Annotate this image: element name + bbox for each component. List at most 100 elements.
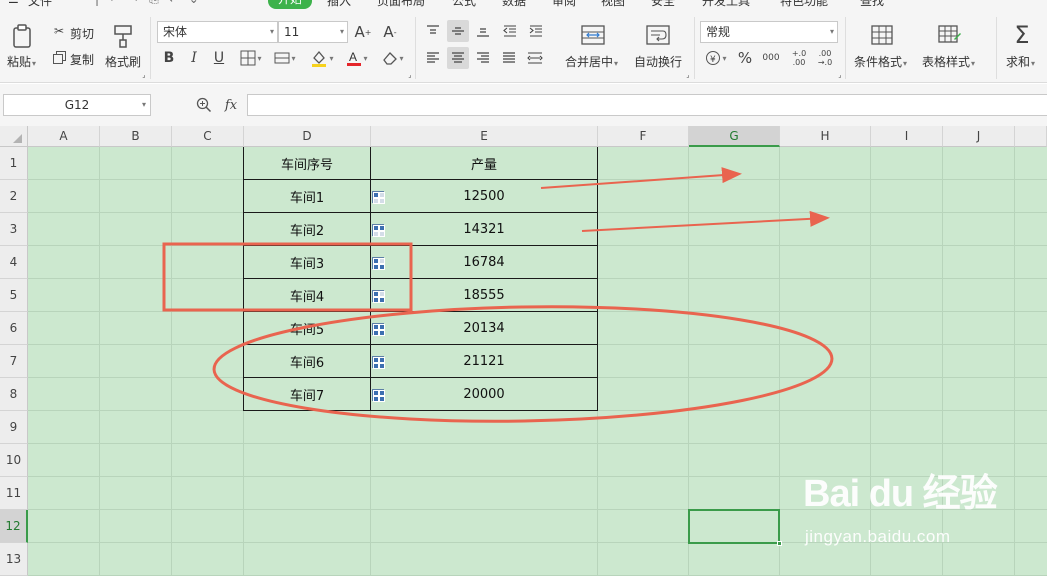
column-header-b[interactable]: B bbox=[100, 126, 172, 147]
menu-tab-review[interactable]: 审阅 bbox=[552, 0, 576, 9]
row-header-11[interactable]: 11 bbox=[0, 477, 28, 510]
borders-icon[interactable]: ▾ bbox=[236, 49, 266, 67]
menu-tab-formulas[interactable]: 公式 bbox=[452, 0, 476, 9]
thousands-separator-icon[interactable]: 000 bbox=[760, 49, 782, 67]
menu-tab-file[interactable]: 文件 bbox=[28, 0, 52, 9]
table-style-button[interactable]: 表格样式▾ bbox=[922, 53, 975, 70]
output-cell[interactable]: 20000 bbox=[370, 377, 598, 411]
table-header-cell[interactable]: 产量 bbox=[370, 147, 598, 180]
workshop-name-cell[interactable]: 车间4 bbox=[243, 278, 371, 312]
menu-tab-view[interactable]: 视图 bbox=[601, 0, 625, 9]
row-header-7[interactable]: 7 bbox=[0, 345, 28, 378]
fill-handle[interactable] bbox=[777, 541, 782, 546]
fx-icon[interactable]: fx bbox=[221, 95, 241, 115]
column-header-d[interactable]: D bbox=[244, 126, 371, 147]
column-header-j[interactable]: J bbox=[943, 126, 1015, 147]
wrap-text-button[interactable]: 自动换行 bbox=[634, 53, 682, 70]
merge-center-icon[interactable] bbox=[580, 23, 606, 47]
copy-icon[interactable] bbox=[52, 50, 66, 64]
menu-tab-home[interactable]: 开始 bbox=[268, 0, 313, 9]
format-painter-button[interactable]: 格式刷 bbox=[105, 53, 141, 70]
column-header-f[interactable]: F bbox=[598, 126, 689, 147]
group-expand-icon[interactable]: ⌟ bbox=[836, 71, 844, 79]
indent-decrease-icon[interactable] bbox=[501, 22, 519, 40]
menu-tab-insert[interactable]: 插入 bbox=[327, 0, 351, 9]
align-top-icon[interactable] bbox=[424, 22, 442, 40]
align-middle-icon[interactable] bbox=[447, 20, 469, 42]
output-cell[interactable]: 14321 bbox=[370, 212, 598, 246]
underline-icon[interactable]: U bbox=[210, 49, 228, 67]
group-expand-icon[interactable]: ⌟ bbox=[684, 71, 692, 79]
row-header-6[interactable]: 6 bbox=[0, 312, 28, 345]
row-header-2[interactable]: 2 bbox=[0, 180, 28, 213]
row-header-4[interactable]: 4 bbox=[0, 246, 28, 279]
workshop-name-cell[interactable]: 车间2 bbox=[243, 212, 371, 246]
group-expand-icon[interactable]: ⌟ bbox=[406, 71, 414, 79]
menu-tab-find[interactable]: 查找 bbox=[860, 0, 884, 9]
row-header-13[interactable]: 13 bbox=[0, 543, 28, 576]
workshop-name-cell[interactable]: 车间3 bbox=[243, 245, 371, 279]
workshop-name-cell[interactable]: 车间7 bbox=[243, 377, 371, 411]
font-grow-icon[interactable]: A + bbox=[353, 22, 373, 42]
workshop-name-cell[interactable]: 车间1 bbox=[243, 179, 371, 213]
output-cell[interactable]: 21121 bbox=[370, 344, 598, 378]
sum-button[interactable]: 求和▾ bbox=[1006, 53, 1035, 70]
align-center-icon[interactable] bbox=[447, 47, 469, 69]
align-left-icon[interactable] bbox=[424, 49, 442, 67]
justify-icon[interactable] bbox=[500, 49, 518, 67]
conditional-format-icon[interactable] bbox=[869, 23, 895, 47]
quick-access-icons[interactable]: |↶↷⎘↩⌄ bbox=[95, 0, 209, 7]
paste-button[interactable]: 粘贴▾ bbox=[7, 53, 36, 70]
output-cell[interactable]: 20134 bbox=[370, 311, 598, 345]
workshop-name-cell[interactable]: 车间5 bbox=[243, 311, 371, 345]
row-header-8[interactable]: 8 bbox=[0, 378, 28, 411]
column-header-c[interactable]: C bbox=[172, 126, 244, 147]
table-style-icon[interactable] bbox=[937, 23, 963, 47]
column-header-a[interactable]: A bbox=[28, 126, 100, 147]
table-header-cell[interactable]: 车间序号 bbox=[243, 147, 371, 180]
row-header-10[interactable]: 10 bbox=[0, 444, 28, 477]
column-header-h[interactable]: H bbox=[780, 126, 871, 147]
percent-icon[interactable]: % bbox=[736, 49, 754, 67]
column-header-g[interactable]: G bbox=[689, 126, 780, 147]
row-header-3[interactable]: 3 bbox=[0, 213, 28, 246]
align-right-icon[interactable] bbox=[474, 49, 492, 67]
row-header-12[interactable]: 12 bbox=[0, 510, 28, 543]
output-cell[interactable]: 12500 bbox=[370, 179, 598, 213]
menu-tab-special[interactable]: 特色功能 bbox=[780, 0, 828, 9]
formula-input[interactable] bbox=[247, 94, 1047, 116]
distribute-icon[interactable] bbox=[525, 49, 545, 67]
align-bottom-icon[interactable] bbox=[474, 22, 492, 40]
row-header-1[interactable]: 1 bbox=[0, 147, 28, 180]
active-cell-g12[interactable] bbox=[688, 509, 782, 546]
conditional-format-button[interactable]: 条件格式▾ bbox=[854, 53, 907, 70]
wrap-text-icon[interactable] bbox=[645, 23, 671, 47]
indent-increase-icon[interactable] bbox=[527, 22, 545, 40]
font-name-select[interactable]: 宋体 ▾ bbox=[157, 21, 278, 43]
menu-tab-developer[interactable]: 开发工具 bbox=[702, 0, 750, 9]
output-cell[interactable]: 16784 bbox=[370, 245, 598, 279]
font-color-icon[interactable]: A ▾ bbox=[342, 49, 372, 67]
cell-style-icon[interactable]: ▾ bbox=[270, 49, 300, 67]
eraser-icon[interactable]: ▾ bbox=[378, 49, 408, 67]
menu-tab-security[interactable]: 安全 bbox=[651, 0, 675, 9]
group-expand-icon[interactable]: ⌟ bbox=[140, 71, 148, 79]
paste-icon[interactable] bbox=[10, 23, 34, 49]
zoom-formula-icon[interactable] bbox=[195, 96, 213, 114]
name-box[interactable]: G12 ▾ bbox=[3, 94, 151, 116]
column-header-k[interactable] bbox=[1015, 126, 1047, 147]
currency-icon[interactable]: ¥ ▾ bbox=[702, 49, 730, 67]
column-header-i[interactable]: I bbox=[871, 126, 943, 147]
font-shrink-icon[interactable]: A- bbox=[380, 22, 400, 42]
row-header-9[interactable]: 9 bbox=[0, 411, 28, 444]
merge-center-button[interactable]: 合并居中▾ bbox=[565, 53, 618, 70]
copy-button[interactable]: 复制 bbox=[70, 51, 94, 68]
number-format-select[interactable]: 常规 ▾ bbox=[700, 21, 838, 43]
decimal-decrease-icon[interactable]: .00 →.0 bbox=[814, 49, 836, 67]
row-header-5[interactable]: 5 bbox=[0, 279, 28, 312]
menu-tab-page-layout[interactable]: 页面布局 bbox=[377, 0, 425, 9]
column-header-e[interactable]: E bbox=[371, 126, 598, 147]
menu-tab-data[interactable]: 数据 bbox=[502, 0, 526, 9]
italic-icon[interactable]: I bbox=[185, 49, 203, 67]
scissors-icon[interactable]: ✂ bbox=[52, 24, 66, 38]
